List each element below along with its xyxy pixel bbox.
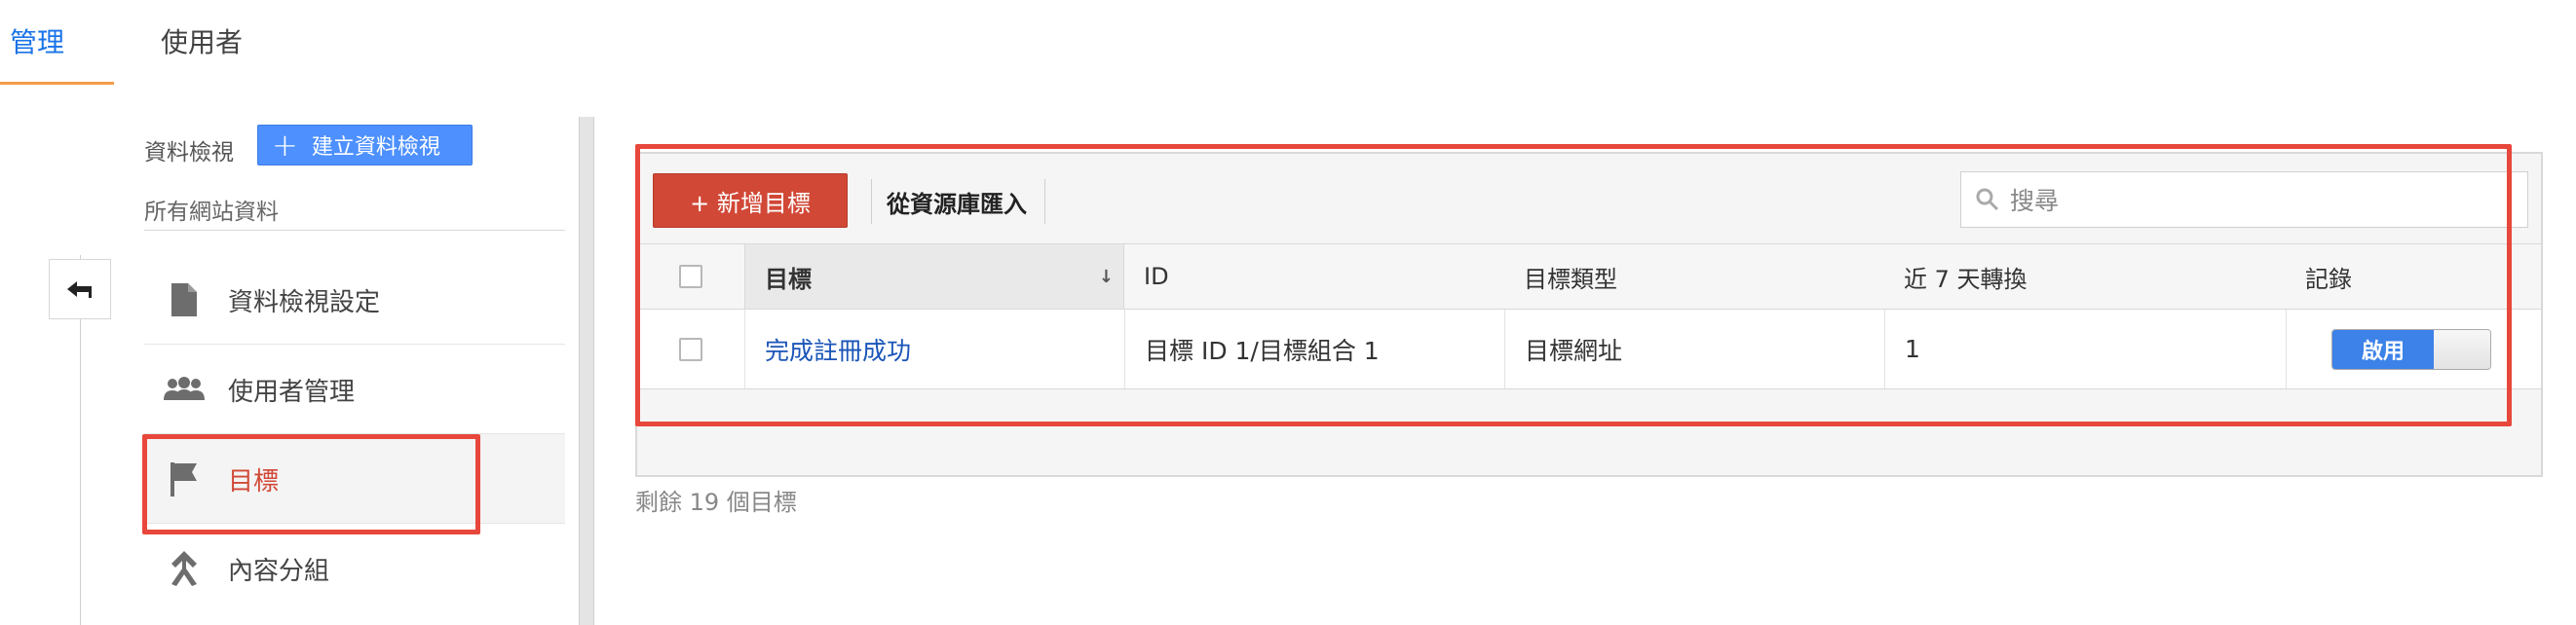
nav-divider: [144, 230, 565, 231]
plus-icon: +: [272, 127, 298, 164]
users-icon: [162, 367, 207, 412]
tab-users[interactable]: 使用者: [161, 21, 243, 60]
panel-separator[interactable]: [579, 117, 594, 625]
view-label: 資料檢視: [144, 140, 234, 165]
back-button[interactable]: [49, 259, 111, 319]
view-selector[interactable]: 所有網站資料: [144, 193, 279, 226]
back-arrow-icon: [67, 281, 92, 298]
top-tabs: 管理 使用者: [0, 0, 2576, 86]
document-icon: [162, 277, 207, 322]
sidebar-item-view-settings[interactable]: 資料檢視設定: [144, 255, 565, 345]
sidebar-item-label: 資料檢視設定: [228, 287, 381, 317]
sidebar-item-content-grouping[interactable]: 內容分組: [144, 524, 565, 613]
active-tab-indicator: [0, 82, 114, 85]
create-view-label: 建立資料檢視: [311, 135, 440, 160]
sidebar-item-label: 內容分組: [228, 556, 330, 586]
create-view-button[interactable]: + 建立資料檢視: [257, 125, 473, 165]
tab-admin[interactable]: 管理: [10, 21, 64, 60]
content-grouping-icon: [162, 546, 207, 591]
sidebar-item-label: 使用者管理: [228, 377, 356, 407]
remaining-goals-text: 剩餘 19 個目標: [635, 489, 797, 516]
sidebar-item-user-management[interactable]: 使用者管理: [144, 345, 565, 434]
highlight-box-goals: [142, 434, 480, 534]
highlight-box-goals-table: [635, 144, 2512, 426]
